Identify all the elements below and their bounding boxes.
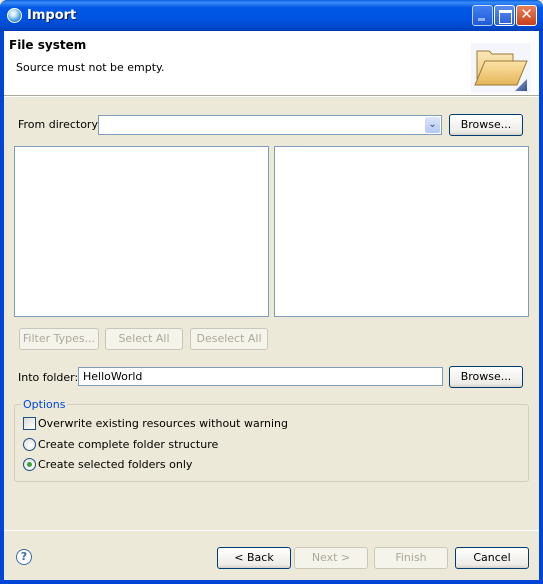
- file-list[interactable]: [274, 146, 529, 317]
- eclipse-app-icon: [7, 8, 22, 23]
- create-complete-radio[interactable]: [23, 438, 36, 451]
- from-directory-browse-button[interactable]: Browse...: [449, 114, 523, 136]
- header-divider: [4, 96, 539, 97]
- into-folder-browse-button[interactable]: Browse...: [449, 366, 523, 388]
- folder-open-icon: [471, 43, 531, 93]
- options-group-title: Options: [21, 398, 68, 411]
- minimize-button[interactable]: [472, 5, 493, 26]
- status-message: Source must not be empty.: [16, 61, 165, 74]
- overwrite-label[interactable]: Overwrite existing resources without war…: [38, 417, 288, 430]
- wizard-header: File system Source must not be empty.: [4, 31, 539, 96]
- create-complete-label[interactable]: Create complete folder structure: [38, 438, 218, 451]
- help-icon[interactable]: ?: [16, 549, 32, 565]
- finish-button[interactable]: Finish: [374, 547, 448, 569]
- next-button[interactable]: Next >: [294, 547, 368, 569]
- back-button[interactable]: < Back: [217, 547, 291, 569]
- window-title: Import: [27, 8, 77, 23]
- window-frame-right: [539, 31, 543, 584]
- filter-types-button[interactable]: Filter Types...: [19, 328, 99, 350]
- create-selected-label[interactable]: Create selected folders only: [38, 458, 192, 471]
- into-folder-label: Into folder:: [18, 371, 79, 384]
- dialog-client-area: File system Source must not be empty. Fr…: [4, 31, 539, 580]
- into-folder-input[interactable]: HelloWorld: [78, 367, 443, 386]
- chevron-down-icon[interactable]: ⌄: [425, 117, 440, 133]
- cancel-button[interactable]: Cancel: [455, 547, 529, 569]
- close-button[interactable]: ✕: [516, 5, 537, 26]
- from-directory-label: From directory:: [18, 118, 101, 131]
- window-frame-bottom: [0, 580, 543, 584]
- import-dialog: Import ✕ File system Source must not be …: [0, 0, 543, 584]
- maximize-button[interactable]: [494, 5, 515, 26]
- folder-tree-list[interactable]: [14, 146, 269, 317]
- footer-separator: [4, 530, 539, 531]
- deselect-all-button[interactable]: Deselect All: [190, 328, 268, 350]
- title-bar[interactable]: Import ✕: [0, 0, 543, 31]
- from-directory-combo[interactable]: ⌄: [98, 115, 442, 135]
- overwrite-checkbox[interactable]: [23, 417, 36, 430]
- page-title: File system: [9, 38, 87, 52]
- select-all-button[interactable]: Select All: [105, 328, 183, 350]
- options-group: Options Overwrite existing resources wit…: [14, 398, 529, 482]
- create-selected-radio[interactable]: [23, 458, 36, 471]
- close-icon: ✕: [520, 5, 533, 23]
